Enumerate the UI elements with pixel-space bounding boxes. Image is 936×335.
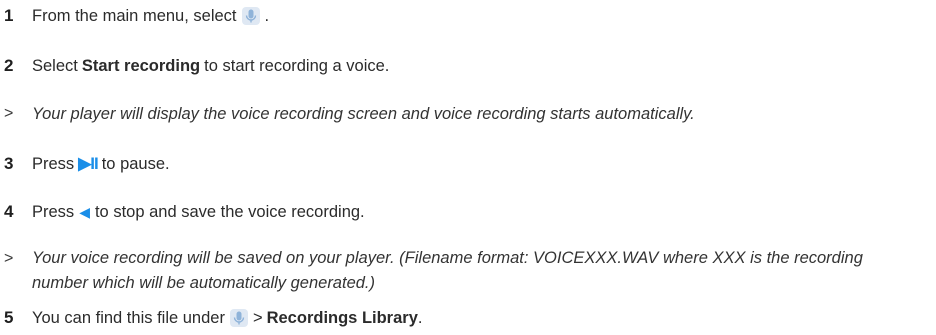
step-text: Press ▶II to pause. [32,152,170,176]
step-number: 4 [4,202,14,221]
menu-option-recordings-library: Recordings Library [266,309,418,327]
play-pause-icon: ▶II [78,154,99,173]
step-text-after: . [264,7,270,25]
back-arrow-icon: ◀ [79,204,90,220]
step-number: 3 [4,154,14,173]
step-text: From the main menu, select . [32,4,269,28]
step-number: 1 [4,6,14,25]
path-separator: > [252,309,263,327]
note-text: Your player will display the voice recor… [32,105,695,123]
note-text: Your voice recording will be saved on yo… [32,249,863,292]
step-text-before: You can find this file under [32,309,225,327]
step-text-after: to start recording a voice. [204,57,390,75]
microphone-icon [241,6,261,26]
step-text-before: Select [32,57,78,75]
menu-option-start-recording: Start recording [81,57,201,75]
step-text: Press ◀ to stop and save the voice recor… [32,200,365,224]
step-text-after: to stop and save the voice recording. [94,203,365,221]
step-text-after: to pause. [101,155,170,173]
step-text-before: Press [32,155,75,173]
step-text-before: From the main menu, select [32,7,237,25]
note-marker: > [4,250,14,267]
step-number: 5 [4,308,14,327]
step-text: Select Start recording to start recordin… [32,54,389,78]
note-marker: > [4,105,14,122]
result-note-2: > Your voice recording will be saved on … [0,246,936,296]
step-number: 2 [4,56,14,75]
step-text-after: . [417,309,423,327]
step-text: You can find this file under > Recording… [32,306,422,330]
step-text-before: Press [32,203,75,221]
microphone-icon [229,308,249,328]
instruction-document: 1 From the main menu, select . 2 Select … [0,0,936,335]
